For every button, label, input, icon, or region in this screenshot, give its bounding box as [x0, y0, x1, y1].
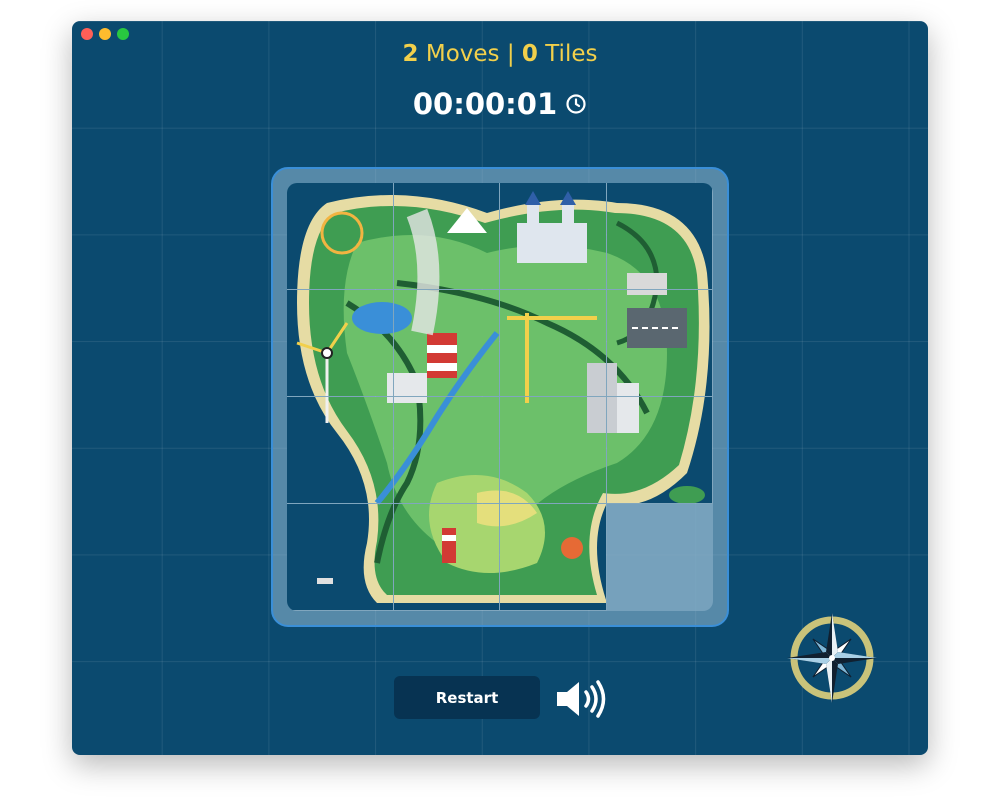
- empty-tile-slot[interactable]: [606, 504, 713, 611]
- speaker-icon[interactable]: [555, 678, 607, 720]
- puzzle-tiles: [287, 183, 713, 611]
- puzzle-tile[interactable]: [287, 397, 394, 504]
- game-window: 2 Moves | 0 Tiles 00:00:01 Restart: [72, 21, 928, 755]
- puzzle-tile[interactable]: [500, 397, 607, 504]
- window-controls: [81, 28, 129, 40]
- stats-line: 2 Moves | 0 Tiles: [72, 41, 928, 67]
- moves-count: 2: [402, 41, 419, 67]
- puzzle-tile[interactable]: [393, 183, 500, 290]
- puzzle-tile[interactable]: [606, 290, 713, 397]
- moves-label: Moves: [425, 41, 500, 67]
- restart-button[interactable]: Restart: [394, 676, 540, 719]
- puzzle-tile[interactable]: [287, 504, 394, 611]
- clock-icon: [565, 93, 587, 115]
- close-window-button[interactable]: [81, 28, 93, 40]
- minimize-window-button[interactable]: [99, 28, 111, 40]
- puzzle-tile[interactable]: [287, 290, 394, 397]
- tiles-label: Tiles: [545, 41, 598, 67]
- puzzle-tile[interactable]: [393, 290, 500, 397]
- compass-rose-icon: [785, 611, 879, 705]
- timer-value: 00:00:01: [412, 87, 558, 121]
- puzzle-tile[interactable]: [500, 504, 607, 611]
- puzzle-tile[interactable]: [500, 183, 607, 290]
- stats-separator: |: [506, 41, 515, 67]
- puzzle-tile[interactable]: [606, 397, 713, 504]
- maximize-window-button[interactable]: [117, 28, 129, 40]
- puzzle-tile[interactable]: [287, 183, 394, 290]
- puzzle-tile[interactable]: [500, 290, 607, 397]
- puzzle-tile[interactable]: [393, 397, 500, 504]
- tiles-count: 0: [521, 41, 538, 67]
- timer: 00:00:01: [72, 87, 928, 121]
- puzzle-board: [271, 167, 729, 627]
- puzzle-tile[interactable]: [393, 504, 500, 611]
- puzzle-tile[interactable]: [606, 183, 713, 290]
